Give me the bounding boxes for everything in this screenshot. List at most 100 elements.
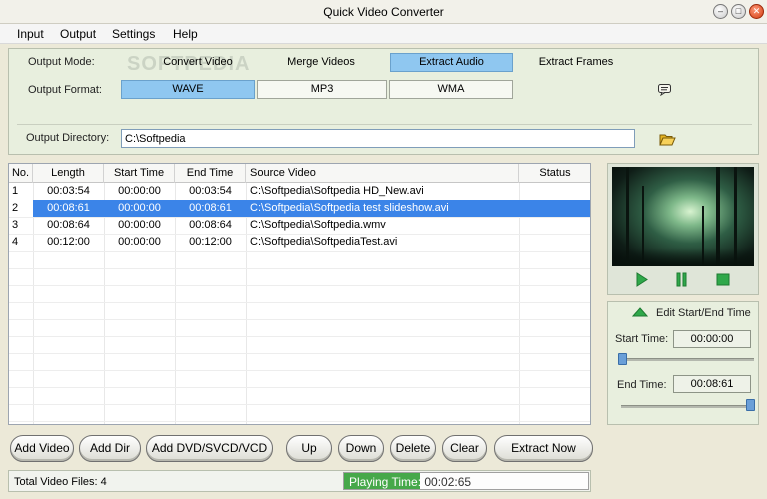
divider [17, 124, 752, 125]
collapse-arrow-icon[interactable] [631, 307, 649, 320]
grid-line [9, 370, 590, 371]
edit-time-header: Edit Start/End Time [656, 307, 751, 319]
table-row[interactable]: 2 00:08:61 00:00:00 00:08:61 C:\Softpedi… [9, 200, 590, 217]
playing-time-bar: Playing Time: 00:02:65 [343, 472, 589, 490]
video-preview [612, 167, 754, 266]
end-time-slider-thumb[interactable] [746, 399, 755, 411]
tab-convert-video[interactable]: Convert Video [131, 53, 265, 72]
cell-source-video: C:\Softpedia\SoftpediaTest.avi [250, 236, 398, 248]
start-time-field[interactable]: 00:00:00 [673, 330, 751, 348]
play-icon[interactable] [636, 272, 648, 290]
extract-now-button[interactable]: Extract Now [494, 435, 593, 462]
cell-length: 00:12:00 [47, 236, 90, 248]
cell-status [519, 183, 590, 200]
end-time-field[interactable]: 00:08:61 [673, 375, 751, 393]
clear-button[interactable]: Clear [442, 435, 487, 462]
add-video-button[interactable]: Add Video [10, 435, 74, 462]
tab-extract-frames[interactable]: Extract Frames [512, 53, 640, 72]
start-time-slider-thumb[interactable] [618, 353, 627, 365]
col-length[interactable]: Length [33, 164, 104, 183]
cell-status [519, 217, 590, 234]
menu-bar: Input Output Settings Help [0, 24, 767, 44]
menu-output[interactable]: Output [60, 27, 96, 41]
close-icon[interactable]: ✕ [749, 4, 764, 19]
window-title: Quick Video Converter [323, 5, 444, 19]
grid-line [9, 404, 590, 405]
grid-line [9, 387, 590, 388]
grid-line [9, 268, 590, 269]
cell-length: 00:08:61 [47, 202, 90, 214]
cell-start-time: 00:00:00 [118, 219, 161, 231]
col-status[interactable]: Status [519, 164, 590, 183]
table-header: No. Length Start Time End Time Source Vi… [9, 164, 590, 183]
menu-settings[interactable]: Settings [112, 27, 155, 41]
tab-extract-audio[interactable]: Extract Audio [390, 53, 513, 72]
grid-line [9, 353, 590, 354]
cell-end-time: 00:12:00 [189, 236, 232, 248]
table-row[interactable]: 4 00:12:00 00:00:00 00:12:00 C:\Softpedi… [9, 234, 590, 251]
grid-line [9, 421, 590, 422]
ground-shade [612, 248, 754, 266]
end-time-label: End Time: [617, 379, 667, 391]
folder-open-icon[interactable] [659, 133, 676, 146]
maximize-icon[interactable]: □ [731, 4, 746, 19]
cell-start-time: 00:00:00 [118, 202, 161, 214]
tab-merge-videos[interactable]: Merge Videos [255, 53, 387, 72]
cell-status [519, 234, 590, 251]
cell-length: 00:08:64 [47, 219, 90, 231]
start-time-label: Start Time: [615, 333, 669, 345]
table-row[interactable]: 1 00:03:54 00:00:00 00:03:54 C:\Softpedi… [9, 183, 590, 200]
up-button[interactable]: Up [286, 435, 332, 462]
cell-end-time: 00:03:54 [189, 185, 232, 197]
cell-end-time: 00:08:61 [189, 202, 232, 214]
add-dvd-button[interactable]: Add DVD/SVCD/VCD [146, 435, 273, 462]
output-options-panel: SOFTPEDIA Output Mode: Convert Video Mer… [8, 48, 759, 155]
col-start-time[interactable]: Start Time [104, 164, 175, 183]
cell-status [519, 200, 590, 217]
start-time-slider[interactable] [618, 358, 754, 361]
video-file-table[interactable]: No. Length Start Time End Time Source Vi… [8, 163, 591, 425]
title-bar: Quick Video Converter – □ ✕ [0, 0, 767, 24]
minimize-icon[interactable]: – [713, 4, 728, 19]
col-end-time[interactable]: End Time [175, 164, 246, 183]
format-wma[interactable]: WMA [389, 80, 513, 99]
cell-start-time: 00:00:00 [118, 185, 161, 197]
col-source-video[interactable]: Source Video [246, 164, 519, 183]
cell-source-video: C:\Softpedia\Softpedia HD_New.avi [250, 185, 424, 197]
down-button[interactable]: Down [338, 435, 384, 462]
format-wave[interactable]: WAVE [121, 80, 255, 99]
output-directory-input[interactable] [121, 129, 635, 148]
total-files-label: Total Video Files: 4 [14, 476, 107, 488]
col-no[interactable]: No. [9, 164, 33, 183]
edit-time-panel: Edit Start/End Time Start Time: 00:00:00… [607, 301, 759, 425]
playing-time-value: 00:02:65 [424, 475, 472, 489]
cell-length: 00:03:54 [47, 185, 90, 197]
cell-no: 1 [12, 185, 19, 197]
table-row[interactable]: 3 00:08:64 00:00:00 00:08:64 C:\Softpedi… [9, 217, 590, 234]
grid-line [9, 336, 590, 337]
cell-start-time: 00:00:00 [118, 236, 161, 248]
video-preview-panel [607, 163, 759, 295]
cell-source-video: C:\Softpedia\Softpedia.wmv [250, 219, 386, 231]
menu-input[interactable]: Input [17, 27, 44, 41]
grid-line [9, 302, 590, 303]
cell-end-time: 00:08:64 [189, 219, 232, 231]
output-format-label: Output Format: [28, 84, 102, 96]
playing-time-label: Playing Time: [349, 475, 422, 489]
pause-icon[interactable] [676, 272, 688, 290]
cell-no: 2 [9, 200, 33, 217]
stop-icon[interactable] [716, 273, 730, 289]
grid-line [9, 319, 590, 320]
menu-help[interactable]: Help [173, 27, 198, 41]
format-mp3[interactable]: MP3 [257, 80, 387, 99]
add-dir-button[interactable]: Add Dir [79, 435, 141, 462]
output-mode-label: Output Mode: [28, 56, 95, 68]
delete-button[interactable]: Delete [390, 435, 436, 462]
grid-line [9, 285, 590, 286]
output-directory-label: Output Directory: [26, 132, 110, 144]
settings-icon[interactable] [657, 83, 673, 97]
cell-no: 4 [12, 236, 19, 248]
cell-source-video: C:\Softpedia\Softpedia test slideshow.av… [250, 202, 449, 214]
end-time-slider[interactable] [621, 405, 754, 408]
grid-line [9, 251, 590, 252]
